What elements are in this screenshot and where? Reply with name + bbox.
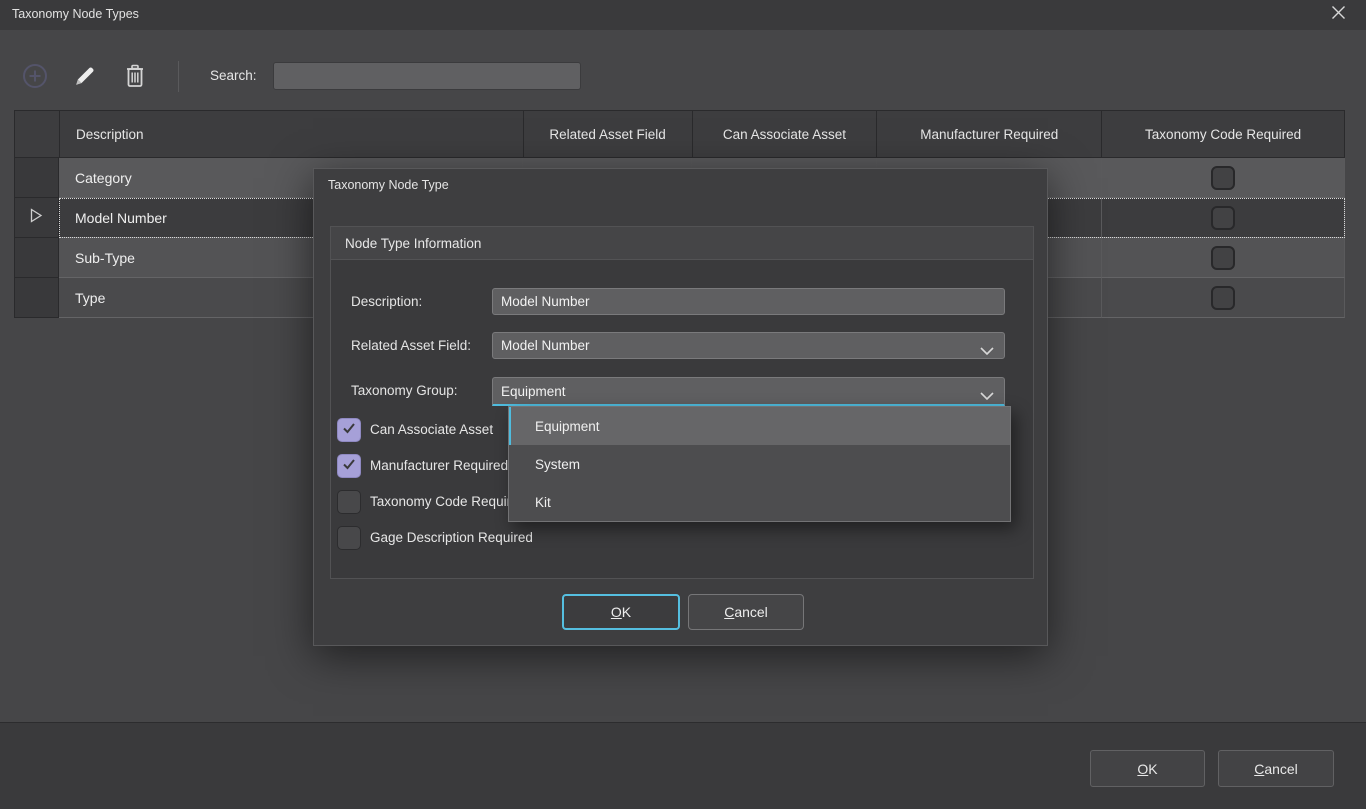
group-title: Node Type Information bbox=[331, 227, 1033, 260]
grid-header-taxonomy-code-required[interactable]: Taxonomy Code Required bbox=[1102, 111, 1345, 157]
title-bar: Taxonomy Node Types bbox=[0, 0, 1366, 30]
delete-trash-icon bbox=[123, 63, 147, 92]
gage-description-required-checkbox[interactable] bbox=[337, 526, 361, 550]
toolbar-separator bbox=[178, 61, 179, 92]
footer-bar: OK Cancel bbox=[0, 722, 1366, 809]
search-label: Search: bbox=[210, 68, 257, 83]
dialog-ok-button[interactable]: OK bbox=[562, 594, 680, 630]
add-button[interactable] bbox=[20, 62, 50, 92]
taxonomy-code-required-checkbox[interactable] bbox=[1211, 246, 1235, 270]
edit-button[interactable] bbox=[70, 62, 100, 92]
close-icon bbox=[1331, 5, 1346, 25]
close-button[interactable] bbox=[1318, 0, 1358, 30]
delete-button[interactable] bbox=[120, 62, 150, 92]
can-associate-asset-checkbox[interactable] bbox=[337, 418, 361, 442]
taxonomy-code-required-checkbox[interactable] bbox=[1211, 166, 1235, 190]
taxonomy-group-value: Equipment bbox=[501, 384, 566, 399]
taxonomy-code-required-label: Taxonomy Code Required bbox=[370, 490, 526, 514]
grid-header-can-associate-asset[interactable]: Can Associate Asset bbox=[693, 111, 878, 157]
manufacturer-required-label: Manufacturer Required bbox=[370, 454, 508, 478]
description-label: Description: bbox=[351, 288, 422, 315]
check-icon bbox=[341, 456, 357, 477]
taxonomy-code-required-checkbox[interactable] bbox=[337, 490, 361, 514]
dropdown-option-kit[interactable]: Kit bbox=[509, 483, 1010, 521]
row-selector-cell[interactable] bbox=[14, 198, 59, 238]
related-asset-field-label: Related Asset Field: bbox=[351, 332, 471, 359]
search-input[interactable] bbox=[273, 62, 581, 90]
grid-header-row: Description Related Asset Field Can Asso… bbox=[14, 110, 1345, 158]
row-indicator-icon bbox=[30, 208, 43, 228]
description-field[interactable] bbox=[492, 288, 1005, 315]
taxonomy-node-type-dialog: Taxonomy Node Type Node Type Information… bbox=[313, 168, 1048, 646]
chevron-down-icon bbox=[980, 343, 994, 358]
taxonomy-group-combo[interactable]: Equipment bbox=[492, 377, 1005, 406]
row-selector-cell[interactable] bbox=[14, 238, 59, 278]
edit-pencil-icon bbox=[73, 64, 97, 91]
check-icon bbox=[341, 420, 357, 441]
related-asset-field-combo[interactable]: Model Number bbox=[492, 332, 1005, 359]
dialog-title: Taxonomy Node Type bbox=[328, 178, 449, 192]
row-selector-cell[interactable] bbox=[14, 278, 59, 318]
taxonomy-group-dropdown: Equipment System Kit bbox=[508, 406, 1011, 522]
window-ok-button[interactable]: OK bbox=[1090, 750, 1205, 787]
taxonomy-code-required-checkbox[interactable] bbox=[1211, 206, 1235, 230]
related-asset-field-value: Model Number bbox=[501, 338, 590, 353]
grid-header-description[interactable]: Description bbox=[60, 111, 524, 157]
taxonomy-code-required-checkbox[interactable] bbox=[1211, 286, 1235, 310]
dropdown-option-equipment[interactable]: Equipment bbox=[509, 407, 1010, 445]
add-circle-icon bbox=[21, 62, 49, 93]
grid-header-selector bbox=[15, 111, 60, 157]
manufacturer-required-checkbox[interactable] bbox=[337, 454, 361, 478]
grid-header-manufacturer-required[interactable]: Manufacturer Required bbox=[877, 111, 1102, 157]
gage-description-required-label: Gage Description Required bbox=[370, 526, 533, 550]
chevron-down-icon bbox=[980, 388, 994, 403]
can-associate-asset-label: Can Associate Asset bbox=[370, 418, 493, 442]
dialog-cancel-button[interactable]: Cancel bbox=[688, 594, 804, 630]
grid-header-related-asset-field[interactable]: Related Asset Field bbox=[524, 111, 693, 157]
window-cancel-button[interactable]: Cancel bbox=[1218, 750, 1334, 787]
window-title: Taxonomy Node Types bbox=[12, 7, 139, 21]
taxonomy-group-label: Taxonomy Group: bbox=[351, 377, 458, 404]
dropdown-option-system[interactable]: System bbox=[509, 445, 1010, 483]
row-selector-cell[interactable] bbox=[14, 158, 59, 198]
